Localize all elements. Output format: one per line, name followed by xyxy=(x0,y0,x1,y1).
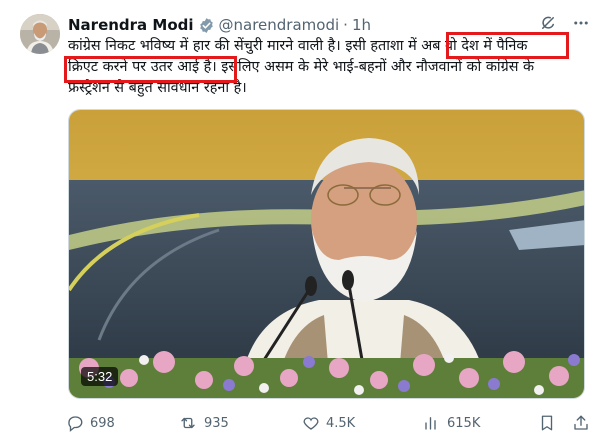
verified-badge-icon[interactable] xyxy=(198,17,215,34)
highlight-box-1 xyxy=(446,32,569,59)
more-icon[interactable] xyxy=(571,14,591,36)
avatar[interactable] xyxy=(20,14,60,54)
video-frame xyxy=(69,110,584,398)
reply-icon xyxy=(66,414,84,432)
like-icon xyxy=(302,414,320,432)
views-count: 615K xyxy=(447,415,481,431)
author-name[interactable]: Narendra Modi xyxy=(68,16,194,34)
repost-icon xyxy=(178,414,198,432)
bookmark-icon xyxy=(538,414,556,432)
views-button[interactable]: 615K xyxy=(423,412,480,434)
reply-count: 698 xyxy=(90,415,115,431)
author-handle[interactable]: @narendramodi xyxy=(219,16,340,34)
avatar-image xyxy=(20,14,60,54)
highlight-box-2 xyxy=(64,56,237,83)
tweet-timestamp[interactable]: 1h xyxy=(352,16,371,34)
reply-button[interactable]: 698 xyxy=(66,412,115,434)
video-duration: 5:32 xyxy=(81,367,119,386)
repost-button[interactable]: 935 xyxy=(178,412,229,434)
bookmark-button[interactable] xyxy=(538,412,556,434)
separator-dot: · xyxy=(343,16,348,34)
tweet-actions: 698 935 4.5K 615K xyxy=(66,412,596,434)
tweet-header: Narendra Modi @narendramodi · 1h xyxy=(68,14,371,36)
video-player[interactable]: 5:32 xyxy=(68,109,585,399)
share-icon xyxy=(572,414,590,432)
share-button[interactable] xyxy=(572,412,590,434)
views-icon xyxy=(423,414,441,432)
like-button[interactable]: 4.5K xyxy=(302,412,355,434)
like-count: 4.5K xyxy=(326,415,356,431)
repost-count: 935 xyxy=(204,415,229,431)
